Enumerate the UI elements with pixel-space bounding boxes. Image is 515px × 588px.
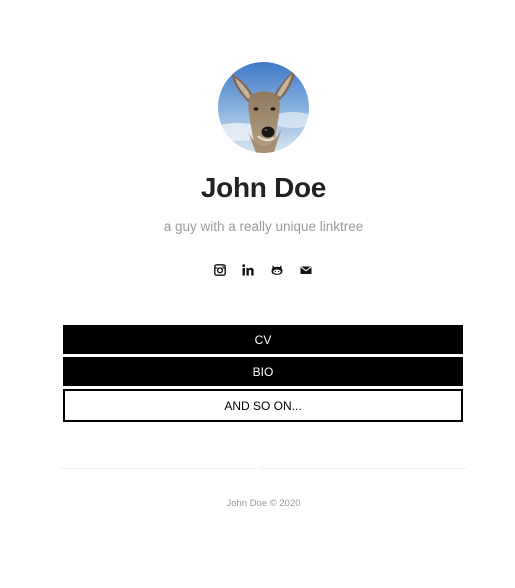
divider-ornament [259, 466, 264, 471]
mail-icon [300, 266, 312, 274]
deer-portrait-image [218, 62, 309, 153]
email-link[interactable] [298, 262, 314, 278]
instagram-link[interactable] [212, 262, 228, 278]
and-so-on-link-button[interactable]: AND SO ON... [63, 389, 463, 422]
linktree-page: John Doe a guy with a really unique link… [0, 0, 515, 588]
and-so-on-link-label: AND SO ON... [224, 398, 302, 413]
linkedin-icon [242, 264, 254, 276]
social-links [212, 262, 316, 278]
bio-link-label: BIO [252, 364, 274, 379]
instagram-icon [214, 264, 226, 276]
cv-link-button[interactable]: CV [63, 325, 463, 354]
profile-tagline: a guy with a really unique linktree [163, 219, 364, 234]
profile-name: John Doe [200, 172, 327, 203]
github-link[interactable] [269, 262, 285, 278]
avatar [218, 62, 309, 153]
footer-copyright: John Doe © 2020 [226, 498, 301, 509]
linkedin-link[interactable] [240, 262, 256, 278]
bio-link-button[interactable]: BIO [63, 357, 463, 386]
github-icon [271, 265, 283, 275]
cv-link-label: CV [254, 332, 272, 347]
